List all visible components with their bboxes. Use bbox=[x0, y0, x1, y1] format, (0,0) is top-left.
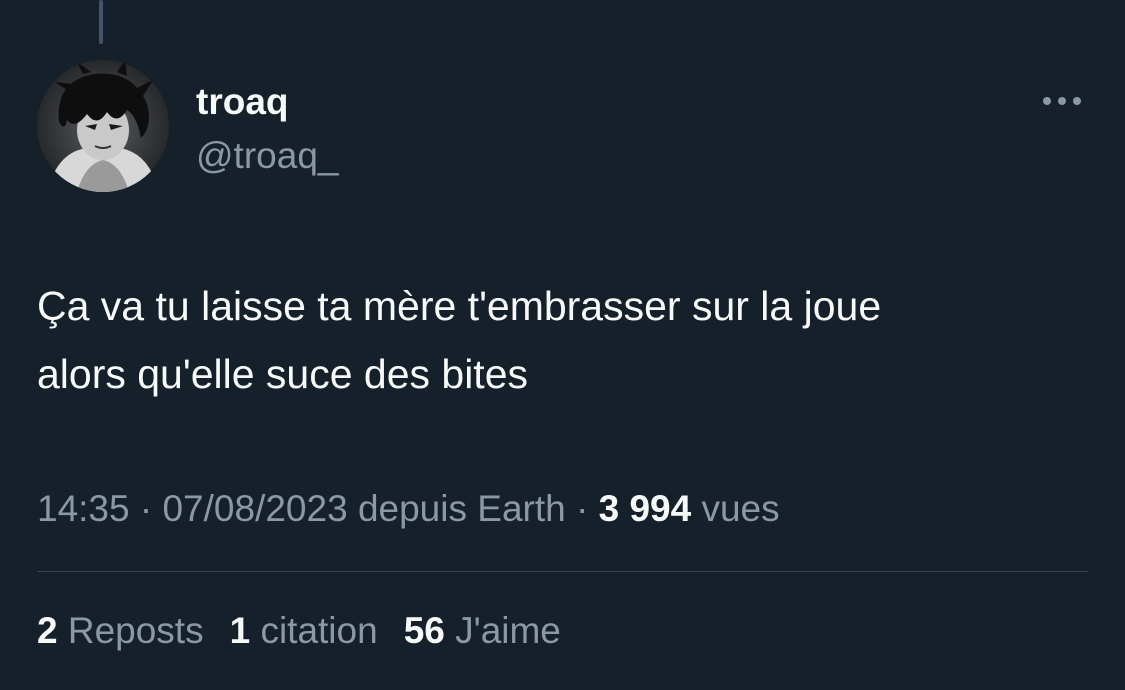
tweet-date[interactable]: 07/08/2023 bbox=[162, 488, 347, 529]
reposts-stat[interactable]: 2 Reposts bbox=[37, 606, 204, 656]
meta-separator: · bbox=[565, 488, 599, 529]
tweet-metadata: 14:35 · 07/08/2023 depuis Earth · 3 994 … bbox=[37, 484, 780, 534]
views-label: vues bbox=[691, 488, 780, 529]
tweet-text-line: alors qu'elle suce des bites bbox=[37, 351, 528, 397]
likes-label: J'aime bbox=[444, 610, 561, 651]
tweet-time[interactable]: 14:35 bbox=[37, 488, 130, 529]
likes-count: 56 bbox=[403, 610, 445, 651]
more-horizontal-icon bbox=[1043, 97, 1081, 105]
divider bbox=[37, 571, 1088, 572]
quotes-count: 1 bbox=[229, 610, 251, 651]
quotes-stat[interactable]: 1 citation bbox=[230, 606, 378, 656]
avatar[interactable] bbox=[37, 60, 169, 192]
meta-separator: · bbox=[129, 488, 163, 529]
tweet-text-line: Ça va tu laisse ta mère t'embrasser sur … bbox=[37, 283, 882, 329]
reposts-count: 2 bbox=[37, 610, 58, 651]
author-handle[interactable]: @troaq_ bbox=[196, 134, 338, 178]
thread-connector-line bbox=[99, 0, 103, 44]
views-count: 3 994 bbox=[598, 488, 692, 529]
reposts-label: Reposts bbox=[57, 610, 204, 651]
more-options-button[interactable] bbox=[1038, 86, 1086, 116]
author-display-name[interactable]: troaq bbox=[196, 80, 289, 124]
avatar-image bbox=[37, 60, 169, 192]
tweet-text: Ça va tu laisse ta mère t'embrasser sur … bbox=[37, 272, 1097, 408]
likes-stat[interactable]: 56 J'aime bbox=[404, 606, 561, 656]
quotes-label: citation bbox=[250, 610, 378, 651]
tweet-source: depuis Earth bbox=[347, 488, 566, 529]
engagement-stats: 2 Reposts 1 citation 56 J'aime bbox=[37, 606, 587, 656]
